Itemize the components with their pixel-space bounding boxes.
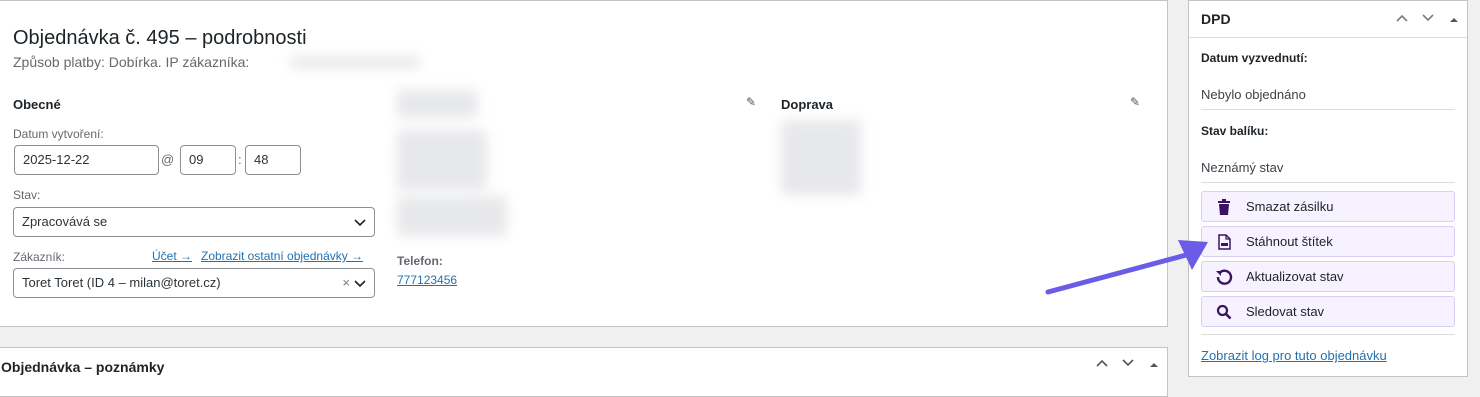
at-sign: @ xyxy=(161,152,175,167)
divider xyxy=(1201,182,1455,183)
redacted-billing-name xyxy=(397,90,477,118)
redacted-billing-address xyxy=(397,130,487,190)
divider xyxy=(1189,37,1467,38)
chevron-down-icon xyxy=(354,280,366,288)
pickup-date-label: Datum vyzvednutí: xyxy=(1201,51,1308,65)
redacted-shipping-address xyxy=(781,120,861,195)
phone-label: Telefon: xyxy=(397,254,443,268)
edit-billing-icon[interactable]: ✎ xyxy=(746,95,756,109)
delete-shipment-button[interactable]: Smazat zásilku xyxy=(1201,191,1455,222)
move-down-icon[interactable] xyxy=(1421,11,1435,28)
page-title: Objednávka č. 495 – podrobnosti xyxy=(13,27,307,49)
customer-label: Zákazník: xyxy=(13,250,66,264)
order-date-value: 2025-12-22 xyxy=(23,152,90,167)
pickup-date-value: Nebylo objednáno xyxy=(1201,87,1306,102)
payment-info: Způsob platby: Dobírka. IP zákazníka: xyxy=(13,54,250,70)
divider xyxy=(1201,109,1455,110)
track-status-button[interactable]: Sledovat stav xyxy=(1201,296,1455,327)
customer-value: Toret Toret (ID 4 – milan@toret.cz) xyxy=(22,275,221,290)
order-notes-panel xyxy=(0,347,1168,397)
annotation-arrow xyxy=(1045,240,1208,295)
order-status-value: Zpracovává se xyxy=(22,214,108,229)
redacted-billing-email xyxy=(397,196,507,236)
download-label-button[interactable]: Stáhnout štítek xyxy=(1201,226,1455,257)
order-status-select[interactable]: Zpracovává se xyxy=(13,207,375,237)
order-hour-value: 09 xyxy=(189,152,204,167)
update-status-label: Aktualizovat stav xyxy=(1246,269,1344,284)
search-icon xyxy=(1202,304,1246,320)
move-up-icon[interactable] xyxy=(1095,356,1109,373)
track-status-label: Sledovat stav xyxy=(1246,304,1325,319)
dpd-panel-title: DPD xyxy=(1201,11,1231,27)
toggle-panel-icon[interactable] xyxy=(1449,13,1459,28)
download-label-label: Stáhnout štítek xyxy=(1246,234,1333,249)
time-colon: : xyxy=(238,152,242,167)
order-minute-value: 48 xyxy=(254,152,269,167)
created-date-label: Datum vytvoření: xyxy=(13,127,104,141)
divider xyxy=(1201,334,1455,335)
notes-heading: Objednávka – poznámky xyxy=(1,359,165,375)
other-orders-link[interactable]: Zobrazit ostatní objednávky → xyxy=(201,249,363,263)
general-heading: Obecné xyxy=(13,97,61,112)
toggle-panel-icon[interactable] xyxy=(1149,357,1159,373)
clear-customer-icon[interactable]: × xyxy=(342,269,350,297)
order-minute-input[interactable]: 48 xyxy=(245,145,301,175)
phone-link[interactable]: 777123456 xyxy=(397,273,457,287)
view-log-link[interactable]: Zobrazit log pro tuto objednávku xyxy=(1201,348,1387,363)
order-date-input[interactable]: 2025-12-22 xyxy=(14,145,159,175)
move-down-icon[interactable] xyxy=(1121,356,1135,373)
trash-icon xyxy=(1202,198,1246,215)
shipping-heading: Doprava xyxy=(781,97,834,112)
status-label: Stav: xyxy=(13,188,41,202)
order-hour-input[interactable]: 09 xyxy=(180,145,236,175)
customer-select[interactable]: Toret Toret (ID 4 – milan@toret.cz) × xyxy=(13,268,375,298)
update-status-button[interactable]: Aktualizovat stav xyxy=(1201,261,1455,292)
customer-account-link[interactable]: Účet → xyxy=(152,249,192,263)
package-status-value: Neznámý stav xyxy=(1201,160,1284,175)
delete-shipment-label: Smazat zásilku xyxy=(1246,199,1334,214)
redacted-ip xyxy=(290,56,420,68)
move-up-icon[interactable] xyxy=(1395,11,1409,28)
edit-shipping-icon[interactable]: ✎ xyxy=(1130,95,1140,109)
package-status-label: Stav balíku: xyxy=(1201,124,1269,138)
chevron-down-icon xyxy=(354,219,366,227)
